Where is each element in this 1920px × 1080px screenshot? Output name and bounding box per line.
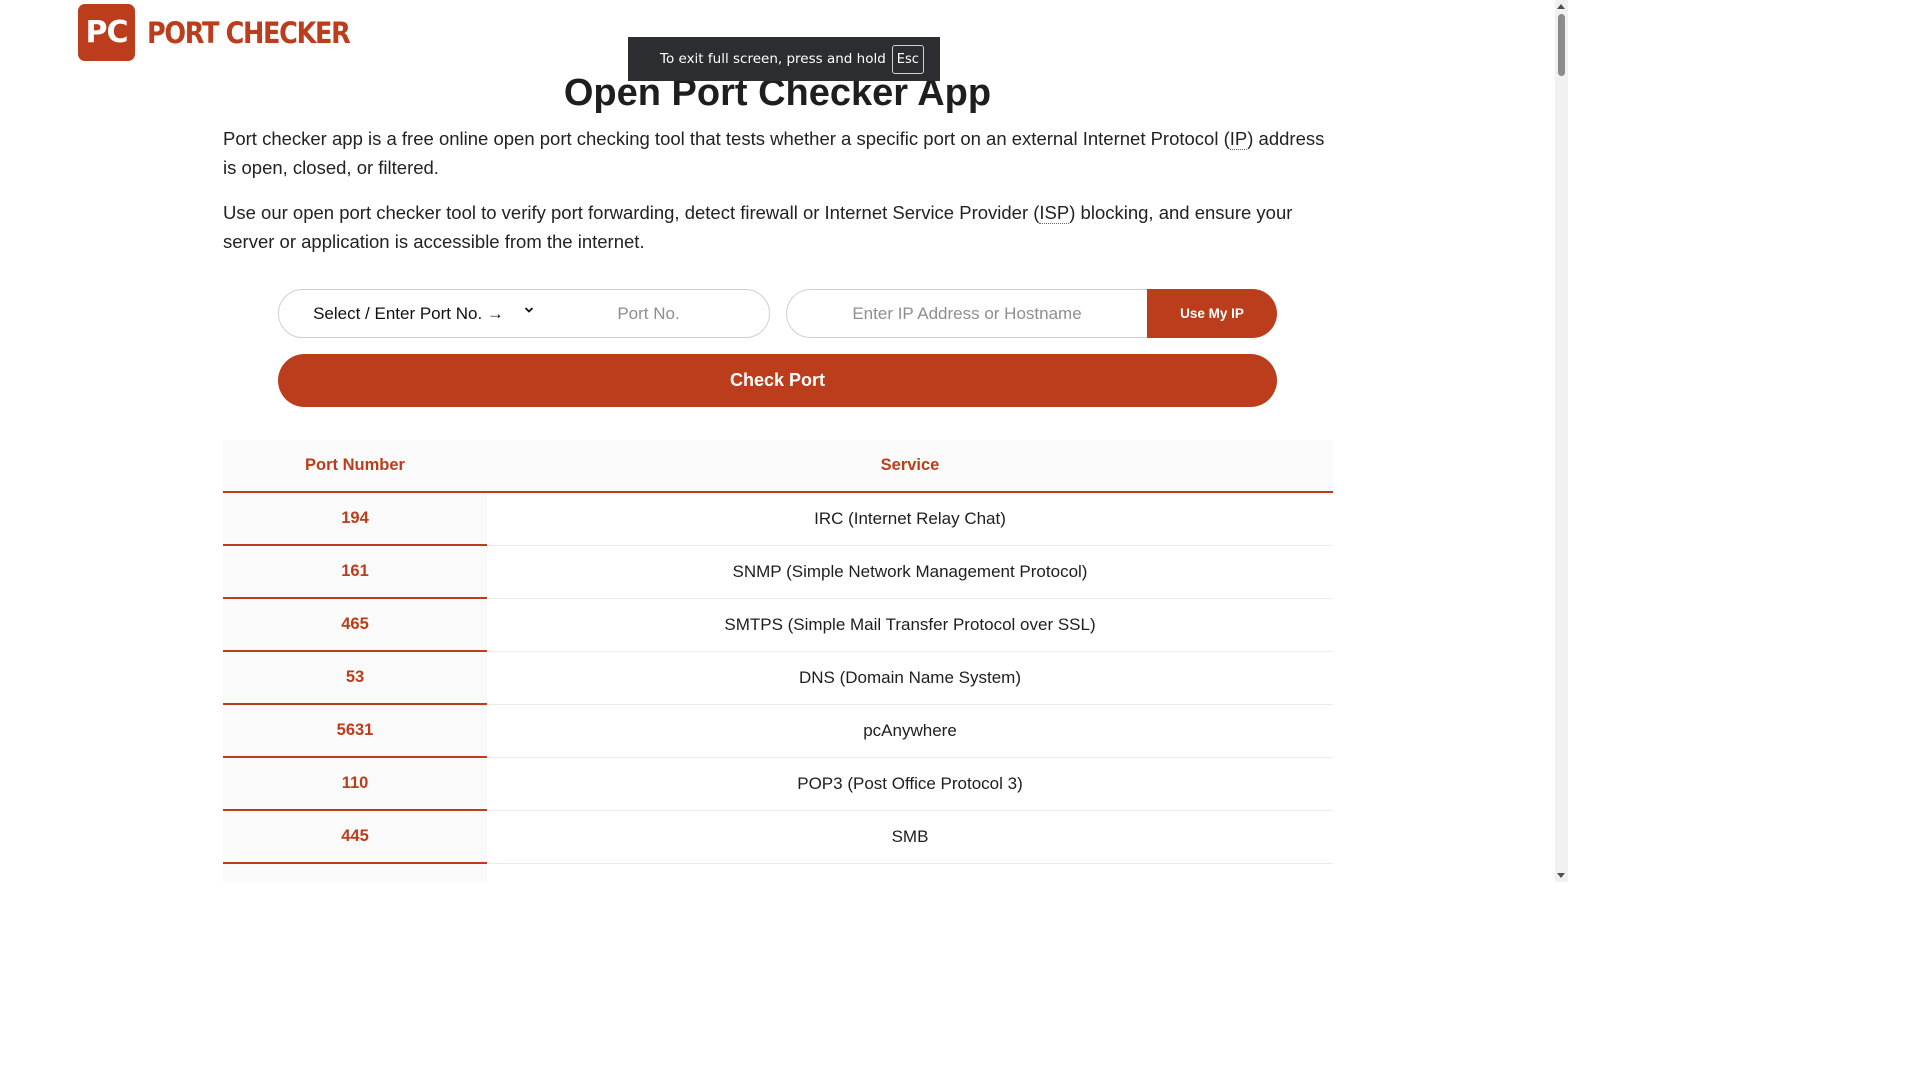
ip-address-input[interactable] <box>786 289 1147 338</box>
port-cell: 443 <box>223 863 487 882</box>
service-cell: POP3 (Post Office Protocol 3) <box>487 757 1333 811</box>
table-row[interactable]: 53 DNS (Domain Name System) <box>223 651 1333 705</box>
port-number-header: Port Number <box>223 440 487 493</box>
port-input-group: Select / Enter Port No. → <box>278 289 770 338</box>
port-select-label: Select / Enter Port No. → <box>313 303 504 323</box>
table-row[interactable]: 443 SSL / HTTPS (Hypertext Transfer Prot… <box>223 863 1333 882</box>
service-cell: DNS (Domain Name System) <box>487 651 1333 705</box>
site-logo[interactable]: PC PORT CHECKER <box>78 4 377 61</box>
port-select-dropdown[interactable]: Select / Enter Port No. → <box>279 290 538 337</box>
esc-key-hint: Esc <box>891 44 924 74</box>
table-row[interactable]: 110 POP3 (Post Office Protocol 3) <box>223 757 1333 811</box>
chevron-down-icon <box>524 304 534 318</box>
use-my-ip-button[interactable]: Use My IP <box>1147 289 1277 338</box>
service-cell: pcAnywhere <box>487 704 1333 758</box>
logo-text: PORT CHECKER <box>147 15 351 50</box>
service-cell: IRC (Internet Relay Chat) <box>487 492 1333 546</box>
service-cell: SMTPS (Simple Mail Transfer Protocol ove… <box>487 598 1333 652</box>
service-cell: SSL / HTTPS (Hypertext Transfer Protocol… <box>487 863 1333 882</box>
port-number-input[interactable] <box>538 290 769 337</box>
intro-2-text-a: Use our open port checker tool to verify… <box>223 202 1040 223</box>
service-header: Service <box>487 440 1333 493</box>
scroll-down-arrow-icon[interactable] <box>1557 873 1565 878</box>
service-cell: SNMP (Simple Network Management Protocol… <box>487 545 1333 599</box>
fullscreen-exit-toast: To exit full screen, press and hold Esc <box>628 37 940 81</box>
port-cell: 53 <box>223 651 487 705</box>
intro-paragraph-1: Port checker app is a free online open p… <box>223 125 1333 182</box>
check-port-button[interactable]: Check Port <box>278 354 1277 407</box>
service-cell: SMB <box>487 810 1333 864</box>
intro-paragraph-2: Use our open port checker tool to verify… <box>223 199 1333 256</box>
table-row[interactable]: 445 SMB <box>223 810 1333 864</box>
common-ports-table: Port Number Service 194 IRC (Internet Re… <box>223 440 1333 882</box>
intro-1-text-a: Port checker app is a free online open p… <box>223 128 1230 149</box>
scroll-up-arrow-icon[interactable] <box>1557 4 1565 9</box>
vertical-scrollbar[interactable] <box>1555 0 1568 882</box>
port-cell: 445 <box>223 810 487 864</box>
table-row[interactable]: 465 SMTPS (Simple Mail Transfer Protocol… <box>223 598 1333 652</box>
table-row[interactable]: 161 SNMP (Simple Network Management Prot… <box>223 545 1333 599</box>
logo-badge: PC <box>78 4 135 61</box>
scrollbar-thumb[interactable] <box>1558 14 1565 76</box>
port-cell: 194 <box>223 492 487 546</box>
table-row[interactable]: 194 IRC (Internet Relay Chat) <box>223 492 1333 546</box>
isp-abbreviation: ISP <box>1039 202 1070 224</box>
table-row[interactable]: 5631 pcAnywhere <box>223 704 1333 758</box>
table-header-row: Port Number Service <box>223 440 1333 493</box>
port-cell: 161 <box>223 545 487 599</box>
toast-message: To exit full screen, press and hold <box>660 51 886 67</box>
port-cell: 110 <box>223 757 487 811</box>
ip-abbreviation: IP <box>1229 128 1248 150</box>
ip-input-group: Use My IP <box>786 289 1277 338</box>
port-cell: 5631 <box>223 704 487 758</box>
port-cell: 465 <box>223 598 487 652</box>
page: PC PORT CHECKER To exit full screen, pre… <box>0 0 1568 882</box>
